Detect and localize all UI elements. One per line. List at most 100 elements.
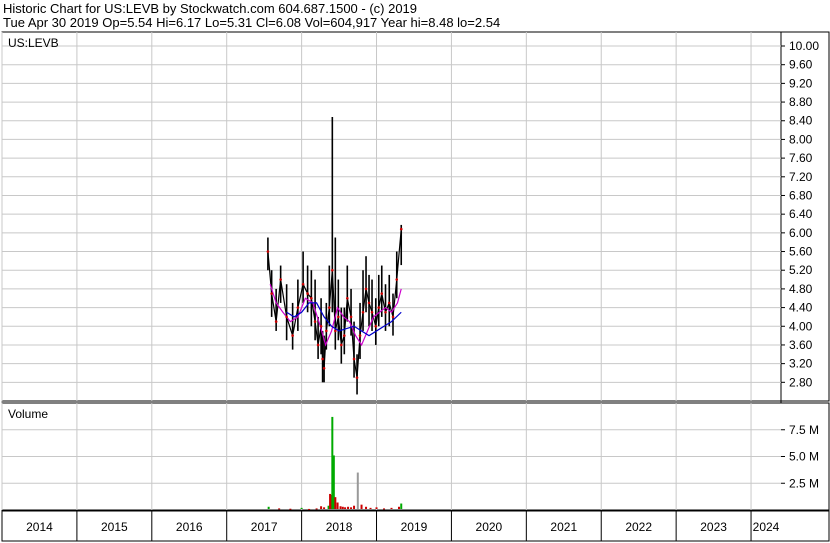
close-price-point xyxy=(346,296,349,300)
year-label: 2019 xyxy=(401,520,428,534)
price-tick-label: 4.00 xyxy=(789,319,813,333)
close-price-point xyxy=(364,287,368,291)
volume-bar xyxy=(308,508,311,510)
close-price-point xyxy=(374,324,378,328)
year-label: 2022 xyxy=(625,520,652,534)
close-price-point xyxy=(321,357,324,361)
volume-bar xyxy=(383,508,386,510)
volume-bar xyxy=(365,506,368,509)
year-label: 2018 xyxy=(326,520,353,534)
close-price-point xyxy=(337,315,340,319)
price-panel-frame xyxy=(1,31,830,402)
close-price-point xyxy=(313,320,317,323)
volume-bar xyxy=(369,507,372,509)
volume-bar xyxy=(356,472,359,509)
volume-bar xyxy=(339,506,342,509)
volume-bar xyxy=(397,506,400,509)
price-tick-label: 2.80 xyxy=(789,375,813,389)
price-tick-label: 5.20 xyxy=(789,263,813,277)
year-label: 2014 xyxy=(26,520,53,534)
close-price-point xyxy=(306,292,309,295)
close-price-point xyxy=(296,306,300,309)
volume-tick-label: 2.5 M xyxy=(789,476,819,490)
close-price-point xyxy=(274,320,278,323)
volume-bar xyxy=(323,507,326,509)
price-tick-label: 7.60 xyxy=(789,151,813,165)
price-tick-label: 7.20 xyxy=(789,170,813,184)
year-label: 2020 xyxy=(476,520,503,534)
volume-bar xyxy=(336,502,339,509)
volume-bar xyxy=(315,508,318,510)
volume-bar xyxy=(289,508,292,510)
price-tick-label: 9.60 xyxy=(789,58,813,72)
volume-bar xyxy=(347,506,350,509)
close-price-point xyxy=(319,324,323,328)
price-panel-title: US:LEVB xyxy=(8,36,59,50)
volume-panel-title: Volume xyxy=(8,407,48,421)
price-tick-label: 4.80 xyxy=(789,282,813,296)
volume-bar xyxy=(400,503,403,509)
close-price-point xyxy=(399,227,403,231)
price-tick-label: 8.80 xyxy=(789,95,813,109)
close-price-point xyxy=(285,315,288,319)
volume-bar xyxy=(353,505,356,509)
price-tick-label: 6.40 xyxy=(789,207,813,221)
close-price-point xyxy=(361,310,365,314)
close-price-point xyxy=(377,306,381,309)
close-price-point xyxy=(340,343,343,347)
volume-bar xyxy=(344,507,347,509)
volume-bar xyxy=(360,504,363,509)
price-tick-label: 3.20 xyxy=(789,357,813,371)
close-price-point xyxy=(384,310,387,314)
year-axis: 2014 2015 2016 2017 2018 2019 2020 2021 2022 2023… xyxy=(1,510,830,542)
close-price-point xyxy=(328,306,331,309)
chart-header-title: Historic Chart for US:LEVB by Stockwatch… xyxy=(3,1,418,16)
volume-tick-label: 7.5 M xyxy=(789,423,819,437)
close-price-point xyxy=(387,301,391,305)
year-label: 2016 xyxy=(176,520,203,534)
year-label: 2021 xyxy=(550,520,577,534)
price-tick-label: 9.20 xyxy=(789,76,813,90)
close-price-point xyxy=(370,310,374,314)
volume-bar xyxy=(300,507,303,509)
year-label: 2015 xyxy=(101,520,128,534)
close-price-point xyxy=(343,334,346,337)
price-tick-label: 6.00 xyxy=(789,226,813,240)
close-price-point xyxy=(279,278,282,281)
volume-panel: 7.5 M 5.0 M 2.5 M Volume xyxy=(1,402,830,511)
price-tick-label: 5.60 xyxy=(789,245,813,259)
close-price-point xyxy=(349,315,353,319)
close-price-point xyxy=(358,334,362,337)
close-price-point xyxy=(266,250,270,253)
price-tick-label: 10.00 xyxy=(789,39,819,53)
close-price-point xyxy=(391,315,395,319)
price-tick-label: 8.00 xyxy=(789,132,813,146)
close-price-point xyxy=(331,268,334,272)
volume-bar xyxy=(278,508,281,510)
volume-bar xyxy=(267,506,270,509)
year-label: 2024 xyxy=(753,520,780,534)
close-price-point xyxy=(355,376,359,379)
year-label: 2017 xyxy=(251,520,278,534)
volume-bar xyxy=(320,506,323,509)
volume-bar xyxy=(375,507,378,509)
close-price-point xyxy=(325,329,328,333)
year-label: 2023 xyxy=(700,520,727,534)
close-price-point xyxy=(367,301,371,305)
close-price-point xyxy=(395,278,399,281)
close-price-point xyxy=(334,329,337,333)
close-price-point xyxy=(270,292,273,295)
volume-bar xyxy=(350,507,353,509)
volume-bar xyxy=(390,507,393,509)
close-price-point xyxy=(301,282,305,286)
close-price-point xyxy=(310,296,313,300)
volume-bar xyxy=(334,497,337,509)
close-price-point xyxy=(291,334,294,337)
price-tick-label: 4.40 xyxy=(789,301,813,315)
price-tick-label: 3.60 xyxy=(789,338,813,352)
volume-bar xyxy=(341,506,344,509)
close-price-point xyxy=(316,343,320,347)
close-price-point xyxy=(322,367,326,370)
stock-chart: 10.00 9.60 9.20 8.80 8.40 8.00 7.60 7.20 6.80 6.4… xyxy=(1,31,830,542)
volume-tick-label: 5.0 M xyxy=(789,450,819,464)
